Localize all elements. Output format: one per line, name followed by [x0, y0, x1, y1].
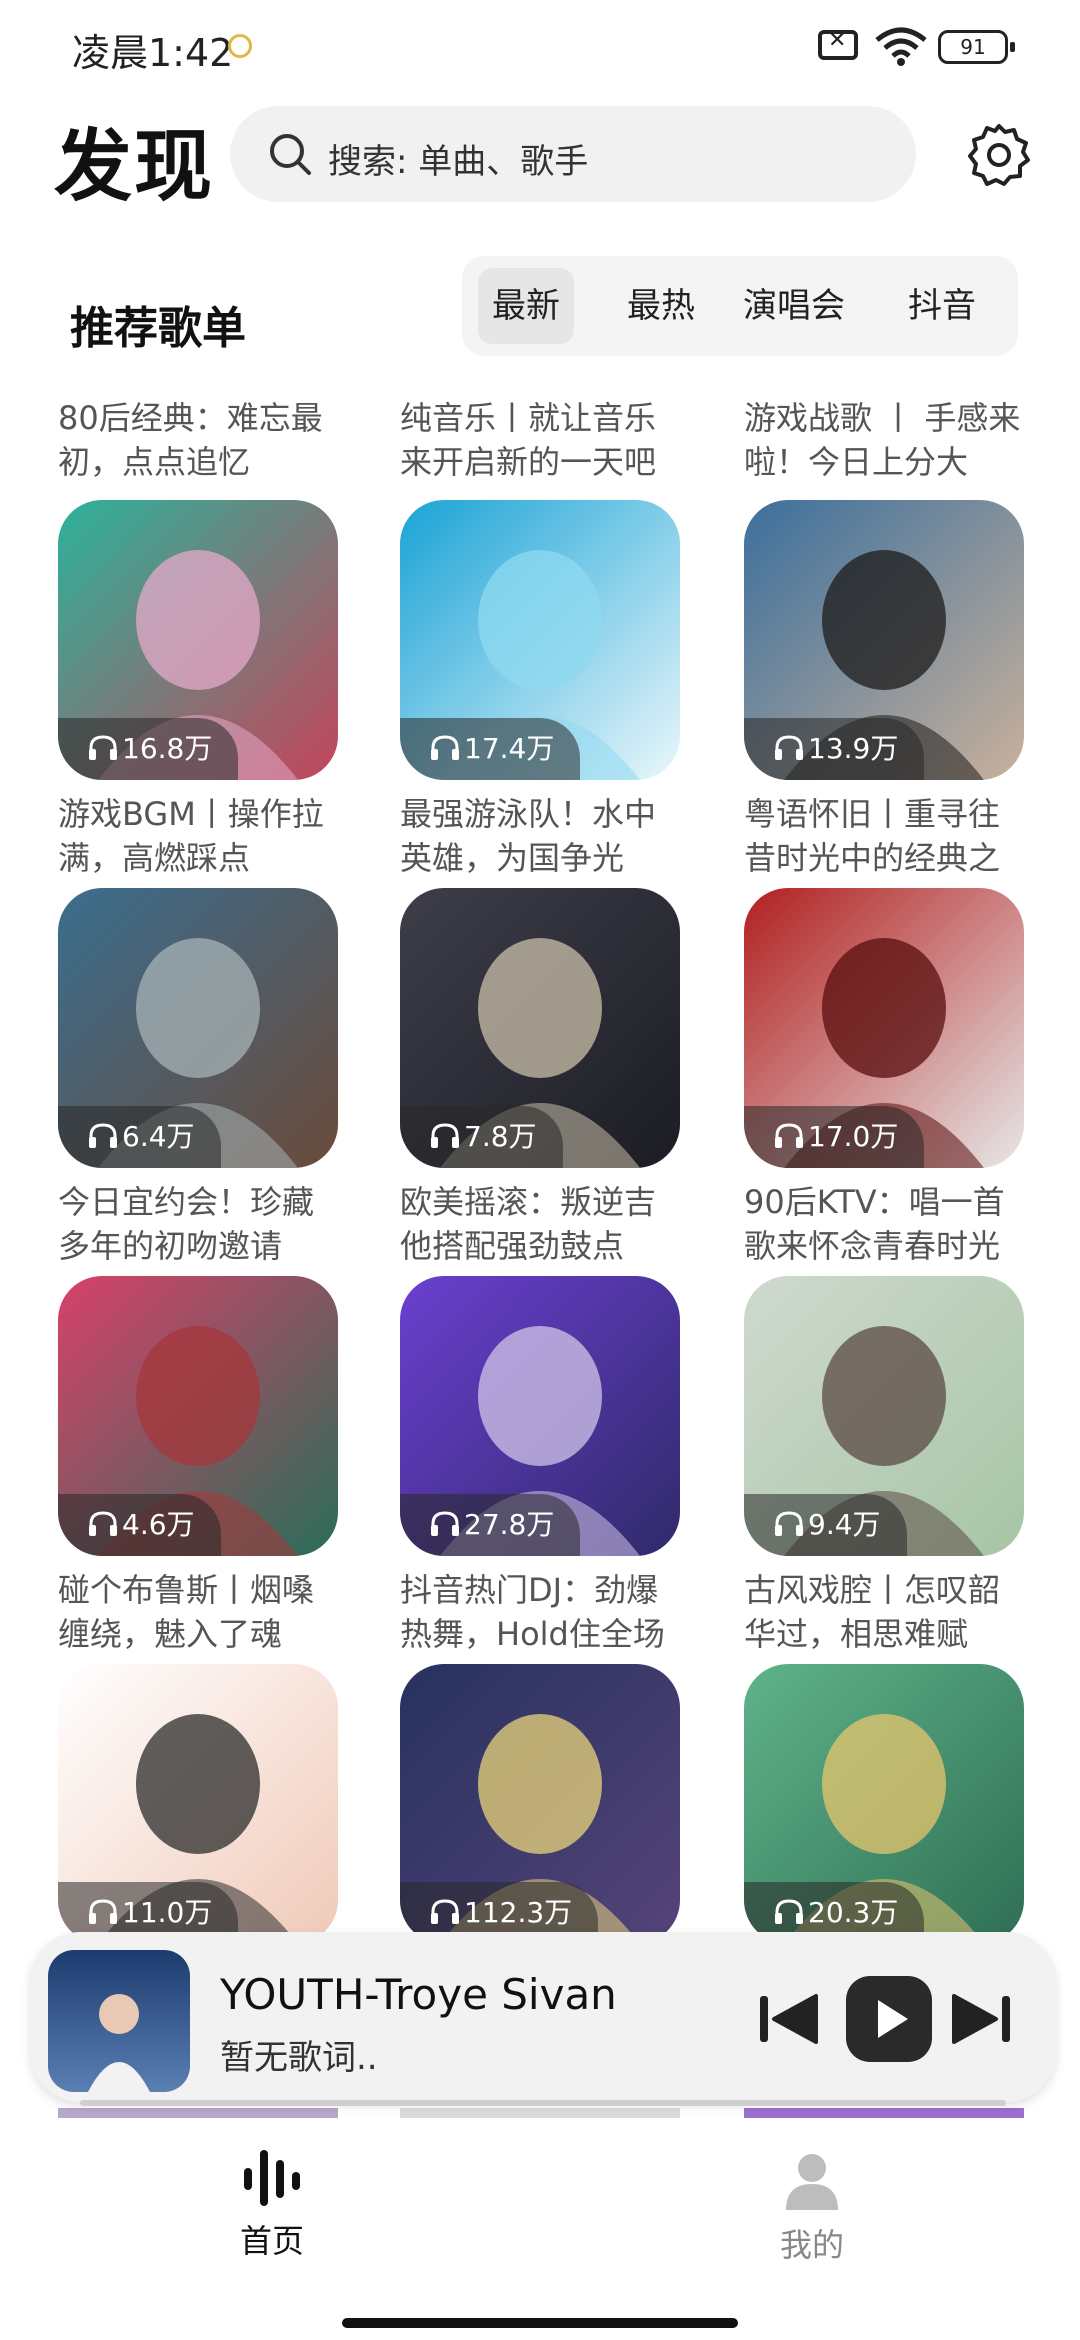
play-count: 17.4万: [464, 732, 555, 765]
playlist-cover[interactable]: 17.4万: [400, 500, 680, 780]
headphones-icon: [89, 735, 117, 760]
playlist-cover[interactable]: 6.4万: [58, 888, 338, 1168]
bottom-nav: 首页 我的: [0, 2120, 1080, 2340]
play-count-badge: 7.8万: [400, 1106, 563, 1168]
section-title: 推荐歌单: [70, 303, 246, 354]
playlist-caption: 最强游泳队！水中英雄，为国争光: [400, 795, 657, 877]
playlist-cover[interactable]: 17.0万: [744, 888, 1024, 1168]
headphones-icon: [431, 1899, 459, 1924]
playlist-cover[interactable]: 11.0万: [58, 1664, 338, 1944]
play-count: 112.3万: [464, 1896, 573, 1929]
play-count: 17.0万: [808, 1120, 899, 1153]
nav-mine-label: 我的: [779, 2226, 844, 2264]
headphones-icon: [775, 735, 803, 760]
play-count-badge: 13.9万: [744, 718, 925, 780]
category-tabs: 最新 最热 演唱会 抖音: [462, 256, 1018, 356]
tab-latest[interactable]: 最新: [478, 268, 574, 344]
playlist-caption: 古风戏腔丨怎叹韶华过，相思难赋: [744, 1571, 1001, 1653]
playlist-caption: 80后经典：难忘最初，点点追忆: [58, 399, 323, 481]
playlist-caption: 碰个布鲁斯丨烟嗓缠绕，魅入了魂: [58, 1571, 315, 1653]
playlist-cover[interactable]: 7.8万: [400, 888, 680, 1168]
play-count-badge: 16.8万: [58, 718, 239, 780]
status-time: 凌晨1:42: [72, 31, 234, 75]
play-count: 27.8万: [464, 1508, 555, 1541]
home-indicator: [342, 2318, 738, 2328]
playlist-cover[interactable]: 4.6万: [58, 1276, 338, 1556]
wifi-icon: [875, 27, 927, 66]
no-sim-icon: [818, 28, 858, 60]
playlist-caption: 90后KTV：唱一首歌来怀念青春时光: [744, 1183, 1005, 1265]
alarm-icon: [228, 34, 252, 58]
play-count-badge: 17.4万: [400, 718, 581, 780]
playlist-caption: 纯音乐丨就让音乐来开启新的一天吧: [400, 399, 657, 481]
status-bar: 凌晨1:42 91: [0, 0, 1080, 96]
play-count: 6.4万: [122, 1120, 195, 1153]
tab-hottest[interactable]: 最热: [606, 268, 716, 344]
playlist-cover[interactable]: 27.8万: [400, 1276, 680, 1556]
cover-peek: [400, 2108, 680, 2118]
headphones-icon: [89, 1899, 117, 1924]
cover-peek: [744, 2108, 1024, 2118]
home-bars-icon: [244, 2150, 300, 2206]
settings-gear-icon[interactable]: [966, 122, 1032, 188]
play-count-badge: 4.6万: [58, 1494, 221, 1556]
play-count-badge: 9.4万: [744, 1494, 907, 1556]
play-count: 9.4万: [808, 1508, 881, 1541]
playlist-grid: 80后经典：难忘最初，点点追忆 纯音乐丨就让音乐来开启新的一天吧 游戏战歌 丨 …: [0, 360, 1080, 2120]
playlist-cover[interactable]: 13.9万: [744, 500, 1024, 780]
cover-peek: [58, 2108, 338, 2118]
search-placeholder: 搜索: 单曲、歌手: [328, 142, 589, 182]
headphones-icon: [775, 1511, 803, 1536]
battery-level: 91: [960, 35, 986, 59]
tab-label: 演唱会: [743, 286, 845, 326]
play-count-badge: 27.8万: [400, 1494, 581, 1556]
battery-icon: 91: [938, 30, 1015, 64]
play-count: 16.8万: [122, 732, 213, 765]
tab-douyin[interactable]: 抖音: [882, 268, 1002, 344]
play-count-badge: 6.4万: [58, 1106, 221, 1168]
user-icon: [786, 2154, 838, 2210]
mini-player[interactable]: YOUTH-Troye Sivan 暂无歌词..: [30, 1932, 1056, 2106]
search-input[interactable]: 搜索: 单曲、歌手: [230, 106, 916, 202]
playlist-caption: 今日宜约会！珍藏多年的初吻邀请: [58, 1183, 315, 1265]
headphones-icon: [775, 1899, 803, 1924]
play-count-badge: 17.0万: [744, 1106, 925, 1168]
play-count: 7.8万: [464, 1120, 537, 1153]
playback-progress[interactable]: [80, 2100, 1006, 2106]
play-count: 20.3万: [808, 1896, 899, 1929]
headphones-icon: [431, 1123, 459, 1148]
playlist-cover[interactable]: 112.3万: [400, 1664, 680, 1944]
playlist-caption: 粤语怀旧丨重寻往昔时光中的经典之: [744, 795, 1001, 877]
headphones-icon: [431, 735, 459, 760]
previous-track-icon[interactable]: [756, 1990, 820, 2048]
playlist-cover[interactable]: 9.4万: [744, 1276, 1024, 1556]
headphones-icon: [431, 1511, 459, 1536]
page-title: 发现: [54, 122, 215, 212]
playlist-caption: 抖音热门DJ：劲爆热舞，Hold住全场: [400, 1571, 665, 1653]
headphones-icon: [89, 1511, 117, 1536]
tab-label: 最新: [492, 286, 560, 326]
tab-concert[interactable]: 演唱会: [724, 268, 864, 344]
nav-home[interactable]: 首页: [172, 2150, 372, 2262]
playlist-caption: 游戏BGM丨操作拉满，高燃踩点: [58, 795, 324, 877]
play-button[interactable]: [846, 1976, 932, 2062]
lyric-line: 暂无歌词..: [220, 2038, 378, 2078]
playlist-caption: 游戏战歌 丨 手感来啦！今日上分大: [744, 399, 1021, 481]
next-track-icon[interactable]: [950, 1990, 1014, 2048]
song-title: YOUTH-Troye Sivan: [220, 1970, 617, 2019]
play-count: 4.6万: [122, 1508, 195, 1541]
nav-mine[interactable]: 我的: [712, 2150, 912, 2266]
play-count: 11.0万: [122, 1896, 213, 1929]
album-art[interactable]: [48, 1950, 190, 2092]
tab-label: 抖音: [908, 286, 976, 326]
play-count: 13.9万: [808, 732, 899, 765]
headphones-icon: [89, 1123, 117, 1148]
playlist-cover[interactable]: 16.8万: [58, 500, 338, 780]
nav-home-label: 首页: [239, 2222, 304, 2260]
playlist-cover[interactable]: 20.3万: [744, 1664, 1024, 1944]
tab-label: 最热: [627, 286, 695, 326]
headphones-icon: [775, 1123, 803, 1148]
playlist-caption: 欧美摇滚：叛逆吉他搭配强劲鼓点: [400, 1183, 657, 1265]
search-icon: [270, 134, 311, 175]
